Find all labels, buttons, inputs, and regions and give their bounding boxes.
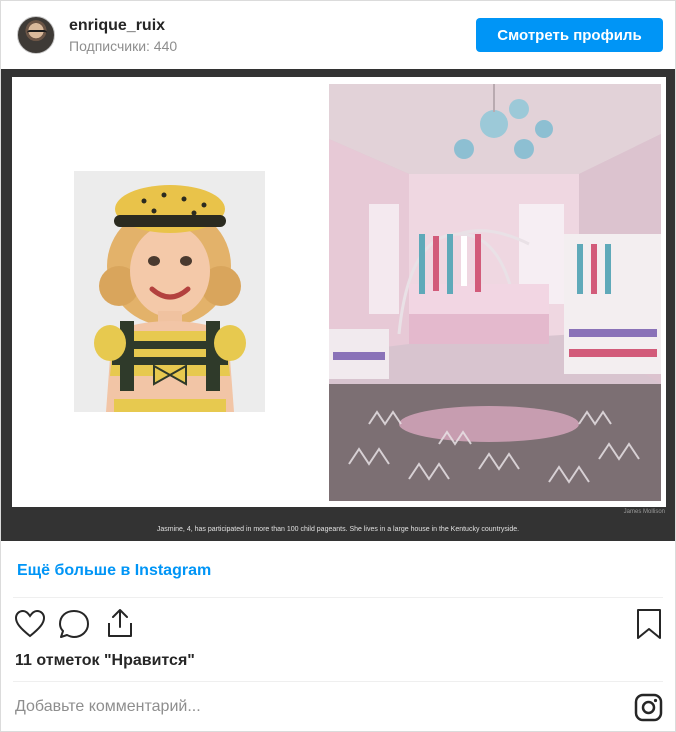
view-profile-button[interactable]: Смотреть профиль (476, 18, 663, 52)
photo-caption: Jasmine, 4, has participated in more tha… (156, 526, 520, 533)
divider (13, 681, 663, 682)
comment-icon[interactable] (58, 608, 92, 640)
post-media[interactable]: James Mollison Jasmine, 4, has participa… (1, 69, 675, 541)
username[interactable]: enrique_ruix (69, 17, 165, 35)
magazine-page (12, 77, 666, 507)
post-header: enrique_ruix Подписчики: 440 Смотреть пр… (1, 1, 675, 69)
followers-count: Подписчики: 440 (69, 38, 178, 54)
comment-input[interactable]: Добавьте комментарий... (15, 698, 201, 716)
instagram-icon[interactable] (634, 693, 663, 722)
more-on-instagram-link[interactable]: Ещё больше в Instagram (17, 562, 211, 580)
heart-icon[interactable] (14, 608, 46, 640)
likes-count[interactable]: 11 отметок "Нравится" (15, 652, 195, 670)
photo-credit: James Mollison (623, 509, 665, 515)
bookmark-icon[interactable] (635, 607, 663, 641)
avatar[interactable] (17, 16, 55, 54)
share-icon[interactable] (105, 607, 135, 639)
instagram-embed: enrique_ruix Подписчики: 440 Смотреть пр… (0, 0, 676, 732)
girl-portrait-image (74, 171, 265, 412)
divider (13, 597, 663, 598)
bedroom-image (329, 84, 661, 501)
